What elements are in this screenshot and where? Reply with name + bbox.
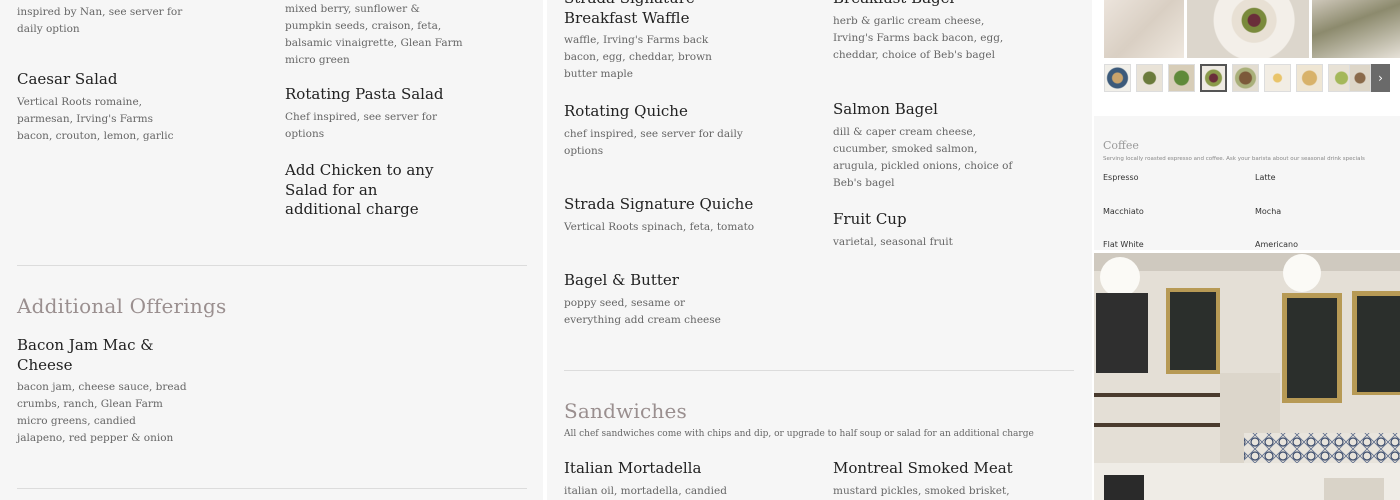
cafe-interior-illustration bbox=[1094, 253, 1400, 500]
menu-item-name: Italian Mortadella bbox=[564, 459, 702, 477]
menu-item-rotating-quiche: Rotating Quiche chef inspired, see serve… bbox=[564, 102, 744, 160]
gallery-thumb[interactable] bbox=[1168, 64, 1195, 92]
menu-item-name: Montreal Smoked Meat bbox=[833, 459, 1013, 477]
gallery-thumb[interactable] bbox=[1296, 64, 1323, 92]
menu-item-name: Rotating Pasta Salad bbox=[285, 85, 444, 103]
menu-item-signature-quiche: Strada Signature Quiche Vertical Roots s… bbox=[564, 195, 784, 236]
menu-item-desc: waffle, Irving's Farms back bacon, egg, … bbox=[564, 34, 712, 80]
section-divider bbox=[564, 370, 1074, 371]
gallery-thumb[interactable] bbox=[1264, 64, 1291, 92]
menu-item-desc: poppy seed, sesame or everything add cre… bbox=[564, 296, 721, 326]
menu-item-montreal-smoked-meat: Montreal Smoked Meat mustard pickles, sm… bbox=[833, 459, 1013, 500]
chevron-right-icon[interactable]: › bbox=[1371, 64, 1390, 92]
gallery-thumb[interactable] bbox=[1232, 64, 1259, 92]
menu-item-desc: italian oil, mortadella, candied bbox=[564, 484, 727, 497]
menu-item-bagel-butter: Bagel & Butter poppy seed, sesame or eve… bbox=[564, 271, 734, 329]
coffee-item: Espresso bbox=[1103, 173, 1139, 182]
menu-item-breakfast-bagel: Breakfast Bagel herb & garlic cream chee… bbox=[833, 0, 1013, 64]
section-divider bbox=[17, 488, 527, 489]
menu-item-desc: herb & garlic cream cheese, Irving's Far… bbox=[833, 14, 1004, 61]
menu-item-add-chicken: Add Chicken to any Salad for an addition… bbox=[285, 161, 435, 220]
menu-item-desc: Chef inspired, see server for options bbox=[285, 110, 437, 140]
sidebar-media-column: › Coffee Serving locally roasted espress… bbox=[1094, 0, 1400, 500]
menu-item-salmon-bagel: Salmon Bagel dill & caper cream cheese, … bbox=[833, 100, 1013, 192]
gallery-main-image[interactable] bbox=[1104, 0, 1400, 58]
menu-item-berry-salad: mixed berry, sunflower & pumpkin seeds, … bbox=[285, 0, 465, 69]
menu-item-desc: varietal, seasonal fruit bbox=[833, 235, 953, 248]
menu-item-house-salad: inspired by Nan, see server for daily op… bbox=[17, 2, 197, 38]
menu-item-desc: dill & caper cream cheese, cucumber, smo… bbox=[833, 125, 1013, 189]
menu-item-desc: mixed berry, sunflower & pumpkin seeds, … bbox=[285, 3, 463, 66]
gallery-thumbnails: › bbox=[1104, 64, 1390, 92]
coffee-item: Mocha bbox=[1255, 207, 1282, 216]
menu-item-pasta-salad: Rotating Pasta Salad Chef inspired, see … bbox=[285, 85, 475, 143]
menu-item-desc: Vertical Roots romaine, parmesan, Irving… bbox=[17, 95, 174, 142]
menu-item-name: Caesar Salad bbox=[17, 70, 118, 88]
coffee-item: Flat White bbox=[1103, 240, 1144, 249]
gallery-thumb[interactable] bbox=[1104, 64, 1131, 92]
menu-item-desc: mustard pickles, smoked brisket, bbox=[833, 484, 1010, 497]
menu-item-caesar-salad: Caesar Salad Vertical Roots romaine, par… bbox=[17, 70, 187, 145]
coffee-item: Macchiato bbox=[1103, 207, 1144, 216]
coffee-item: Americano bbox=[1255, 240, 1298, 249]
menu-item-fruit-cup: Fruit Cup varietal, seasonal fruit bbox=[833, 210, 1013, 251]
gallery-photo-pastry bbox=[1104, 0, 1184, 58]
menu-item-name: Fruit Cup bbox=[833, 210, 907, 228]
menu-item-mac-cheese: Bacon Jam Mac & Cheese bacon jam, cheese… bbox=[17, 336, 187, 447]
menu-item-name: Strada Signature Quiche bbox=[564, 195, 754, 213]
menu-item-desc: Vertical Roots spinach, feta, tomato bbox=[564, 220, 755, 233]
section-subtitle-sandwiches: All chef sandwiches come with chips and … bbox=[564, 429, 1034, 439]
menu-item-desc: inspired by Nan, see server for daily op… bbox=[17, 6, 183, 35]
menu-item-name: Add Chicken to any Salad for an addition… bbox=[285, 161, 434, 218]
menu-column-salads: inspired by Nan, see server for daily op… bbox=[0, 0, 543, 500]
coffee-subtitle: Serving locally roasted espresso and cof… bbox=[1103, 156, 1365, 162]
menu-item-name: Salmon Bagel bbox=[833, 100, 938, 118]
menu-item-name: Breakfast Bagel bbox=[833, 0, 1013, 9]
menu-item-name: Bagel & Butter bbox=[564, 271, 679, 289]
gallery-photo-salad bbox=[1187, 0, 1309, 58]
menu-item-desc: chef inspired, see server for daily opti… bbox=[564, 127, 743, 157]
menu-item-italian-mortadella: Italian Mortadella italian oil, mortadel… bbox=[564, 459, 744, 500]
menu-item-desc: bacon jam, cheese sauce, bread crumbs, r… bbox=[17, 381, 187, 444]
gallery-thumb-active[interactable] bbox=[1200, 64, 1227, 92]
gallery-photo-plate bbox=[1312, 0, 1400, 58]
menu-column-breakfast: Strada Signature Breakfast Waffle waffle… bbox=[547, 0, 1092, 500]
gallery-thumb[interactable] bbox=[1349, 64, 1371, 92]
gallery-thumb[interactable] bbox=[1136, 64, 1163, 92]
coffee-item: Latte bbox=[1255, 173, 1276, 182]
section-title-sandwiches: Sandwiches bbox=[564, 399, 688, 423]
menu-item-name: Bacon Jam Mac & Cheese bbox=[17, 336, 154, 374]
section-title-additional-offerings: Additional Offerings bbox=[17, 294, 227, 318]
menu-item-name: Rotating Quiche bbox=[564, 102, 688, 120]
coffee-menu-card: Coffee Serving locally roasted espresso … bbox=[1094, 116, 1400, 250]
coffee-title: Coffee bbox=[1103, 139, 1139, 152]
menu-item-name: Strada Signature Breakfast Waffle bbox=[564, 0, 695, 27]
menu-item-signature-waffle: Strada Signature Breakfast Waffle waffle… bbox=[564, 0, 744, 83]
cafe-interior-photo bbox=[1094, 253, 1400, 500]
section-divider bbox=[17, 265, 527, 266]
